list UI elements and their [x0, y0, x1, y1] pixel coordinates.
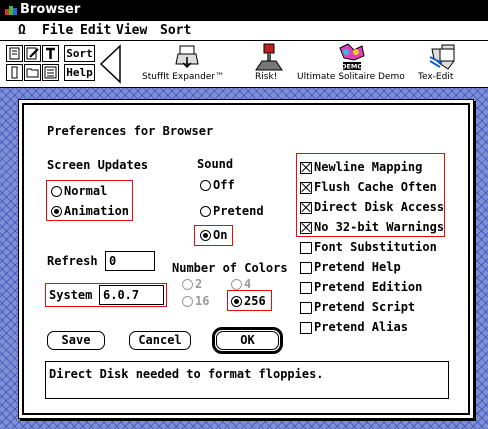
- checkbox-pretend-help[interactable]: [300, 262, 312, 274]
- cancel-button[interactable]: Cancel: [129, 331, 191, 350]
- radio-colors-2-label[interactable]: 2: [195, 277, 202, 291]
- list-icon: [44, 66, 57, 79]
- checkbox-newline-mapping-label[interactable]: Newline Mapping: [314, 160, 422, 174]
- checkbox-flush-cache-label[interactable]: Flush Cache Often: [314, 180, 437, 194]
- radio-animation[interactable]: [51, 206, 62, 217]
- browser-app-icon: [5, 6, 17, 15]
- toolbar-folder-button[interactable]: [24, 64, 41, 81]
- checkbox-flush-cache[interactable]: [300, 182, 312, 194]
- radio-animation-label[interactable]: Animation: [64, 204, 129, 218]
- menu-bar: Ω File Edit View Sort: [0, 21, 488, 41]
- stuffit-expander-icon[interactable]: [172, 44, 202, 71]
- radio-colors-4[interactable]: [231, 279, 242, 290]
- save-button[interactable]: Save: [47, 331, 105, 350]
- menu-view[interactable]: View: [116, 23, 147, 38]
- radio-normal-label[interactable]: Normal: [64, 184, 107, 198]
- screen-updates-label: Screen Updates: [47, 158, 149, 172]
- checkbox-direct-disk[interactable]: [300, 202, 312, 214]
- status-message: Direct Disk needed to format floppies.: [45, 361, 449, 399]
- refresh-input[interactable]: 0: [105, 251, 155, 271]
- menu-file[interactable]: File: [42, 23, 73, 38]
- folder-icon: [26, 68, 39, 78]
- app-label-tex-edit[interactable]: Tex-Edit: [418, 72, 453, 82]
- toolbar: Sort Help StuffIt Expander™ Risk! DEMO U…: [0, 41, 488, 88]
- checkbox-newline-mapping[interactable]: [300, 162, 312, 174]
- radio-sound-on[interactable]: [200, 230, 211, 241]
- app-label-stuffit[interactable]: StuffIt Expander™: [142, 72, 224, 82]
- tex-edit-icon[interactable]: [428, 43, 460, 71]
- toolbar-text-button[interactable]: [42, 45, 59, 62]
- help-button[interactable]: Help: [64, 64, 95, 81]
- title-bar: Browser: [0, 0, 488, 21]
- radio-sound-pretend[interactable]: [200, 206, 211, 217]
- window-title: Browser: [20, 2, 81, 17]
- text-tool-icon: [46, 47, 55, 59]
- app-label-solitaire[interactable]: Ultimate Solitaire Demo: [297, 72, 405, 82]
- radio-colors-256[interactable]: [231, 296, 242, 307]
- checkbox-pretend-script-label[interactable]: Pretend Script: [314, 300, 415, 314]
- radio-colors-16[interactable]: [182, 296, 193, 307]
- checkbox-no-32bit-label[interactable]: No 32-bit Warnings: [314, 220, 444, 234]
- radio-colors-2[interactable]: [182, 279, 193, 290]
- radio-normal[interactable]: [51, 186, 62, 197]
- checkbox-pretend-alias[interactable]: [300, 322, 312, 334]
- checkbox-pretend-edition-label[interactable]: Pretend Edition: [314, 280, 422, 294]
- system-label: System: [49, 288, 93, 302]
- system-input[interactable]: 6.0.7: [99, 285, 164, 305]
- radio-colors-16-label[interactable]: 16: [195, 294, 209, 308]
- checkbox-no-32bit[interactable]: [300, 222, 312, 234]
- menu-sort[interactable]: Sort: [160, 23, 191, 38]
- pencil-document-icon: [26, 47, 39, 60]
- radio-sound-on-label[interactable]: On: [213, 228, 227, 242]
- checkbox-pretend-edition[interactable]: [300, 282, 312, 294]
- toolbar-edit-button[interactable]: [24, 45, 41, 62]
- app-label-risk[interactable]: Risk!: [255, 72, 277, 82]
- grid-view-icon: [9, 47, 20, 60]
- checkbox-font-substitution-label[interactable]: Font Substitution: [314, 240, 437, 254]
- preferences-dialog: Preferences for Browser Screen Updates N…: [18, 99, 474, 419]
- checkbox-pretend-script[interactable]: [300, 302, 312, 314]
- solitaire-demo-icon[interactable]: DEMO: [334, 42, 368, 72]
- dialog-title: Preferences for Browser: [47, 124, 214, 138]
- toolbar-list-button[interactable]: [42, 64, 59, 81]
- refresh-label: Refresh: [47, 254, 98, 268]
- apple-menu[interactable]: Ω: [18, 23, 26, 38]
- radio-sound-pretend-label[interactable]: Pretend: [213, 204, 264, 218]
- toolbar-grid-button[interactable]: [6, 45, 23, 62]
- toolbar-info-button[interactable]: [6, 64, 23, 81]
- number-of-colors-label: Number of Colors: [172, 261, 288, 275]
- risk-game-icon[interactable]: [254, 43, 284, 71]
- radio-sound-off[interactable]: [200, 180, 211, 191]
- radio-colors-4-label[interactable]: 4: [244, 277, 251, 291]
- radio-sound-off-label[interactable]: Off: [213, 178, 235, 192]
- scroll-left-arrow-icon[interactable]: [98, 44, 122, 84]
- checkbox-pretend-alias-label[interactable]: Pretend Alias: [314, 320, 408, 334]
- menu-edit[interactable]: Edit: [80, 23, 111, 38]
- checkbox-direct-disk-label[interactable]: Direct Disk Access: [314, 200, 444, 214]
- info-icon: [11, 66, 18, 79]
- checkbox-font-substitution[interactable]: [300, 242, 312, 254]
- sound-label: Sound: [197, 157, 234, 171]
- demo-badge: DEMO: [341, 63, 363, 71]
- ok-button[interactable]: OK: [216, 331, 279, 350]
- checkbox-pretend-help-label[interactable]: Pretend Help: [314, 260, 401, 274]
- sort-button[interactable]: Sort: [64, 45, 95, 62]
- radio-colors-256-label[interactable]: 256: [244, 294, 266, 308]
